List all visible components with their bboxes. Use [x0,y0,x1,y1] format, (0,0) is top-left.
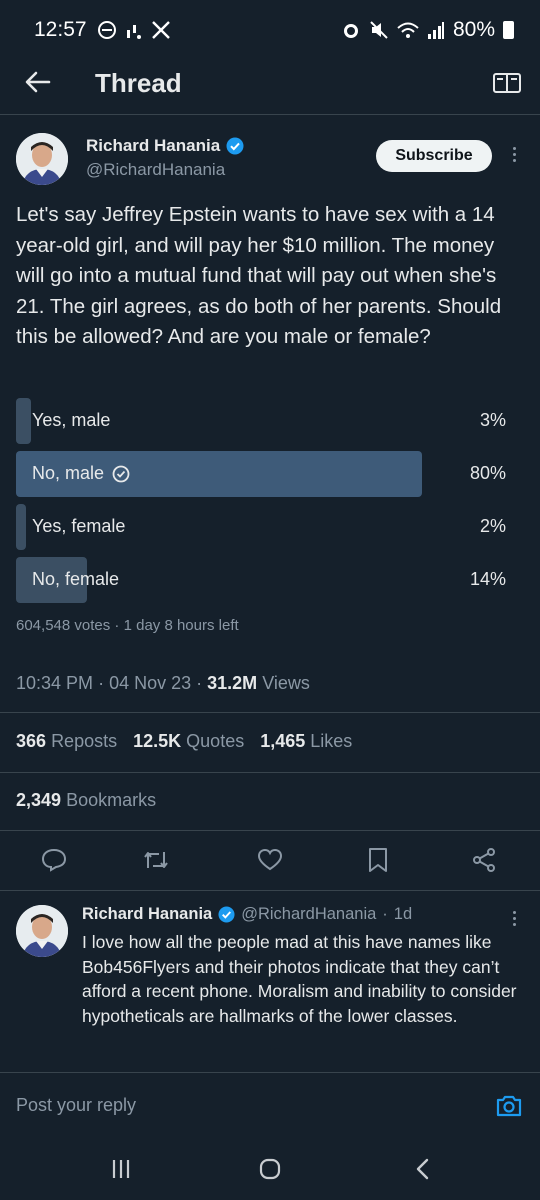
book-open-icon [493,73,521,93]
subscribe-button[interactable]: Subscribe [376,140,492,172]
quotes-stat[interactable]: 12.5K Quotes [133,731,244,752]
views-label: Views [262,673,310,693]
back-button[interactable] [20,64,56,100]
author-avatar[interactable] [16,133,68,185]
author-name[interactable]: Richard Hanania [86,136,244,156]
author-handle[interactable]: @RichardHanania [86,160,225,180]
poll-option: Yes, male 3% [16,398,524,444]
reply-composer[interactable]: Post your reply [0,1072,540,1138]
share-icon [473,848,495,872]
poll-option: Yes, female 2% [16,504,524,550]
do-not-disturb-icon [97,21,116,39]
reposts-stat[interactable]: 366 Reposts [16,731,117,752]
tweet-timestamp: 10:34 PM · 04 Nov 23 · 31.2M Views [16,673,310,693]
views-count: 31.2M [207,673,258,693]
poll-option-percent: 3% [479,410,506,430]
back-nav-button[interactable] [406,1154,440,1184]
battery-percent: 80% [452,18,495,41]
comment-icon [41,848,67,872]
poll-option-percent: 80% [469,463,506,483]
poll-time-left: 1 day 8 hours left [123,617,239,634]
poll-option-percent: 14% [469,569,506,589]
wifi-call-icon [126,25,141,39]
poll-option: No, male 80% [16,451,524,497]
reader-mode-button[interactable] [490,66,524,100]
more-icon [512,910,516,914]
reply-author-name[interactable]: Richard Hanania @RichardHanania · 1d [82,905,412,924]
tweet-time[interactable]: 10:34 PM [16,673,93,693]
system-nav-bar [0,1138,540,1200]
reply-button[interactable] [38,844,70,876]
reply-text: I love how all the people mad at this ha… [82,932,517,1026]
page-title: Thread [95,68,182,98]
x-app-icon [151,21,170,39]
reply-handle: @RichardHanania [241,905,377,923]
mute-icon [370,21,388,39]
recent-apps-button[interactable] [104,1154,138,1184]
chevron-left-icon [416,1158,429,1180]
reply-author-avatar[interactable] [16,905,68,957]
reply-input[interactable]: Post your reply [16,1095,136,1116]
repost-button[interactable] [140,844,172,876]
camera-button[interactable] [494,1091,524,1121]
poll-option-label: Yes, female [32,516,126,536]
poll-option-label: No, male [32,463,105,483]
bookmarks-stat-row: 2,349 Bookmarks [16,790,156,811]
arrow-left-icon [25,71,51,93]
tweet-actions [0,838,540,882]
reply-age: 1d [393,905,413,923]
verified-badge-icon [218,906,235,923]
heart-icon [257,848,283,871]
poll-option-label: No, female [32,569,120,589]
like-button[interactable] [254,844,286,876]
status-bar: 12:57 80% [0,0,540,60]
likes-stat[interactable]: 1,465 Likes [260,731,352,752]
battery-icon [503,21,514,39]
app-bar: Thread [0,60,540,106]
share-button[interactable] [468,844,500,876]
wifi-icon [397,22,419,38]
signal-icon [427,22,444,39]
bookmark-icon [369,848,387,872]
more-icon [512,146,516,150]
alarm-icon [343,24,358,38]
header-divider [0,114,540,115]
tweet-text: Let's say Jeffrey Epstein wants to have … [16,203,502,348]
repost-icon [144,852,168,868]
more-options-button[interactable] [506,142,522,166]
poll-meta: 604,548 votes · 1 day 8 hours left [16,617,239,634]
camera-icon [496,1095,522,1117]
recent-apps-icon [112,1160,130,1178]
verified-badge-icon [226,137,244,155]
author-photo [16,133,68,185]
home-button[interactable] [253,1154,287,1184]
poll-bar [16,504,27,550]
home-icon [259,1158,281,1180]
reply-author-photo [16,905,68,957]
engagement-stats: 366 Reposts 12.5K Quotes 1,465 Likes [16,731,352,752]
bookmarks-stat[interactable]: 2,349 Bookmarks [16,790,156,811]
poll-option: No, female 14% [16,557,524,603]
tweet-date[interactable]: 04 Nov 23 [109,673,191,693]
poll-option-label: Yes, male [32,410,111,430]
check-circle-icon [112,465,130,482]
status-time: 12:57 [34,18,87,41]
poll-option-percent: 2% [479,516,506,536]
reply-more-options-button[interactable] [506,906,522,930]
poll-bar [16,398,32,444]
bookmark-button[interactable] [362,844,394,876]
poll-votes: 604,548 votes [16,617,111,634]
